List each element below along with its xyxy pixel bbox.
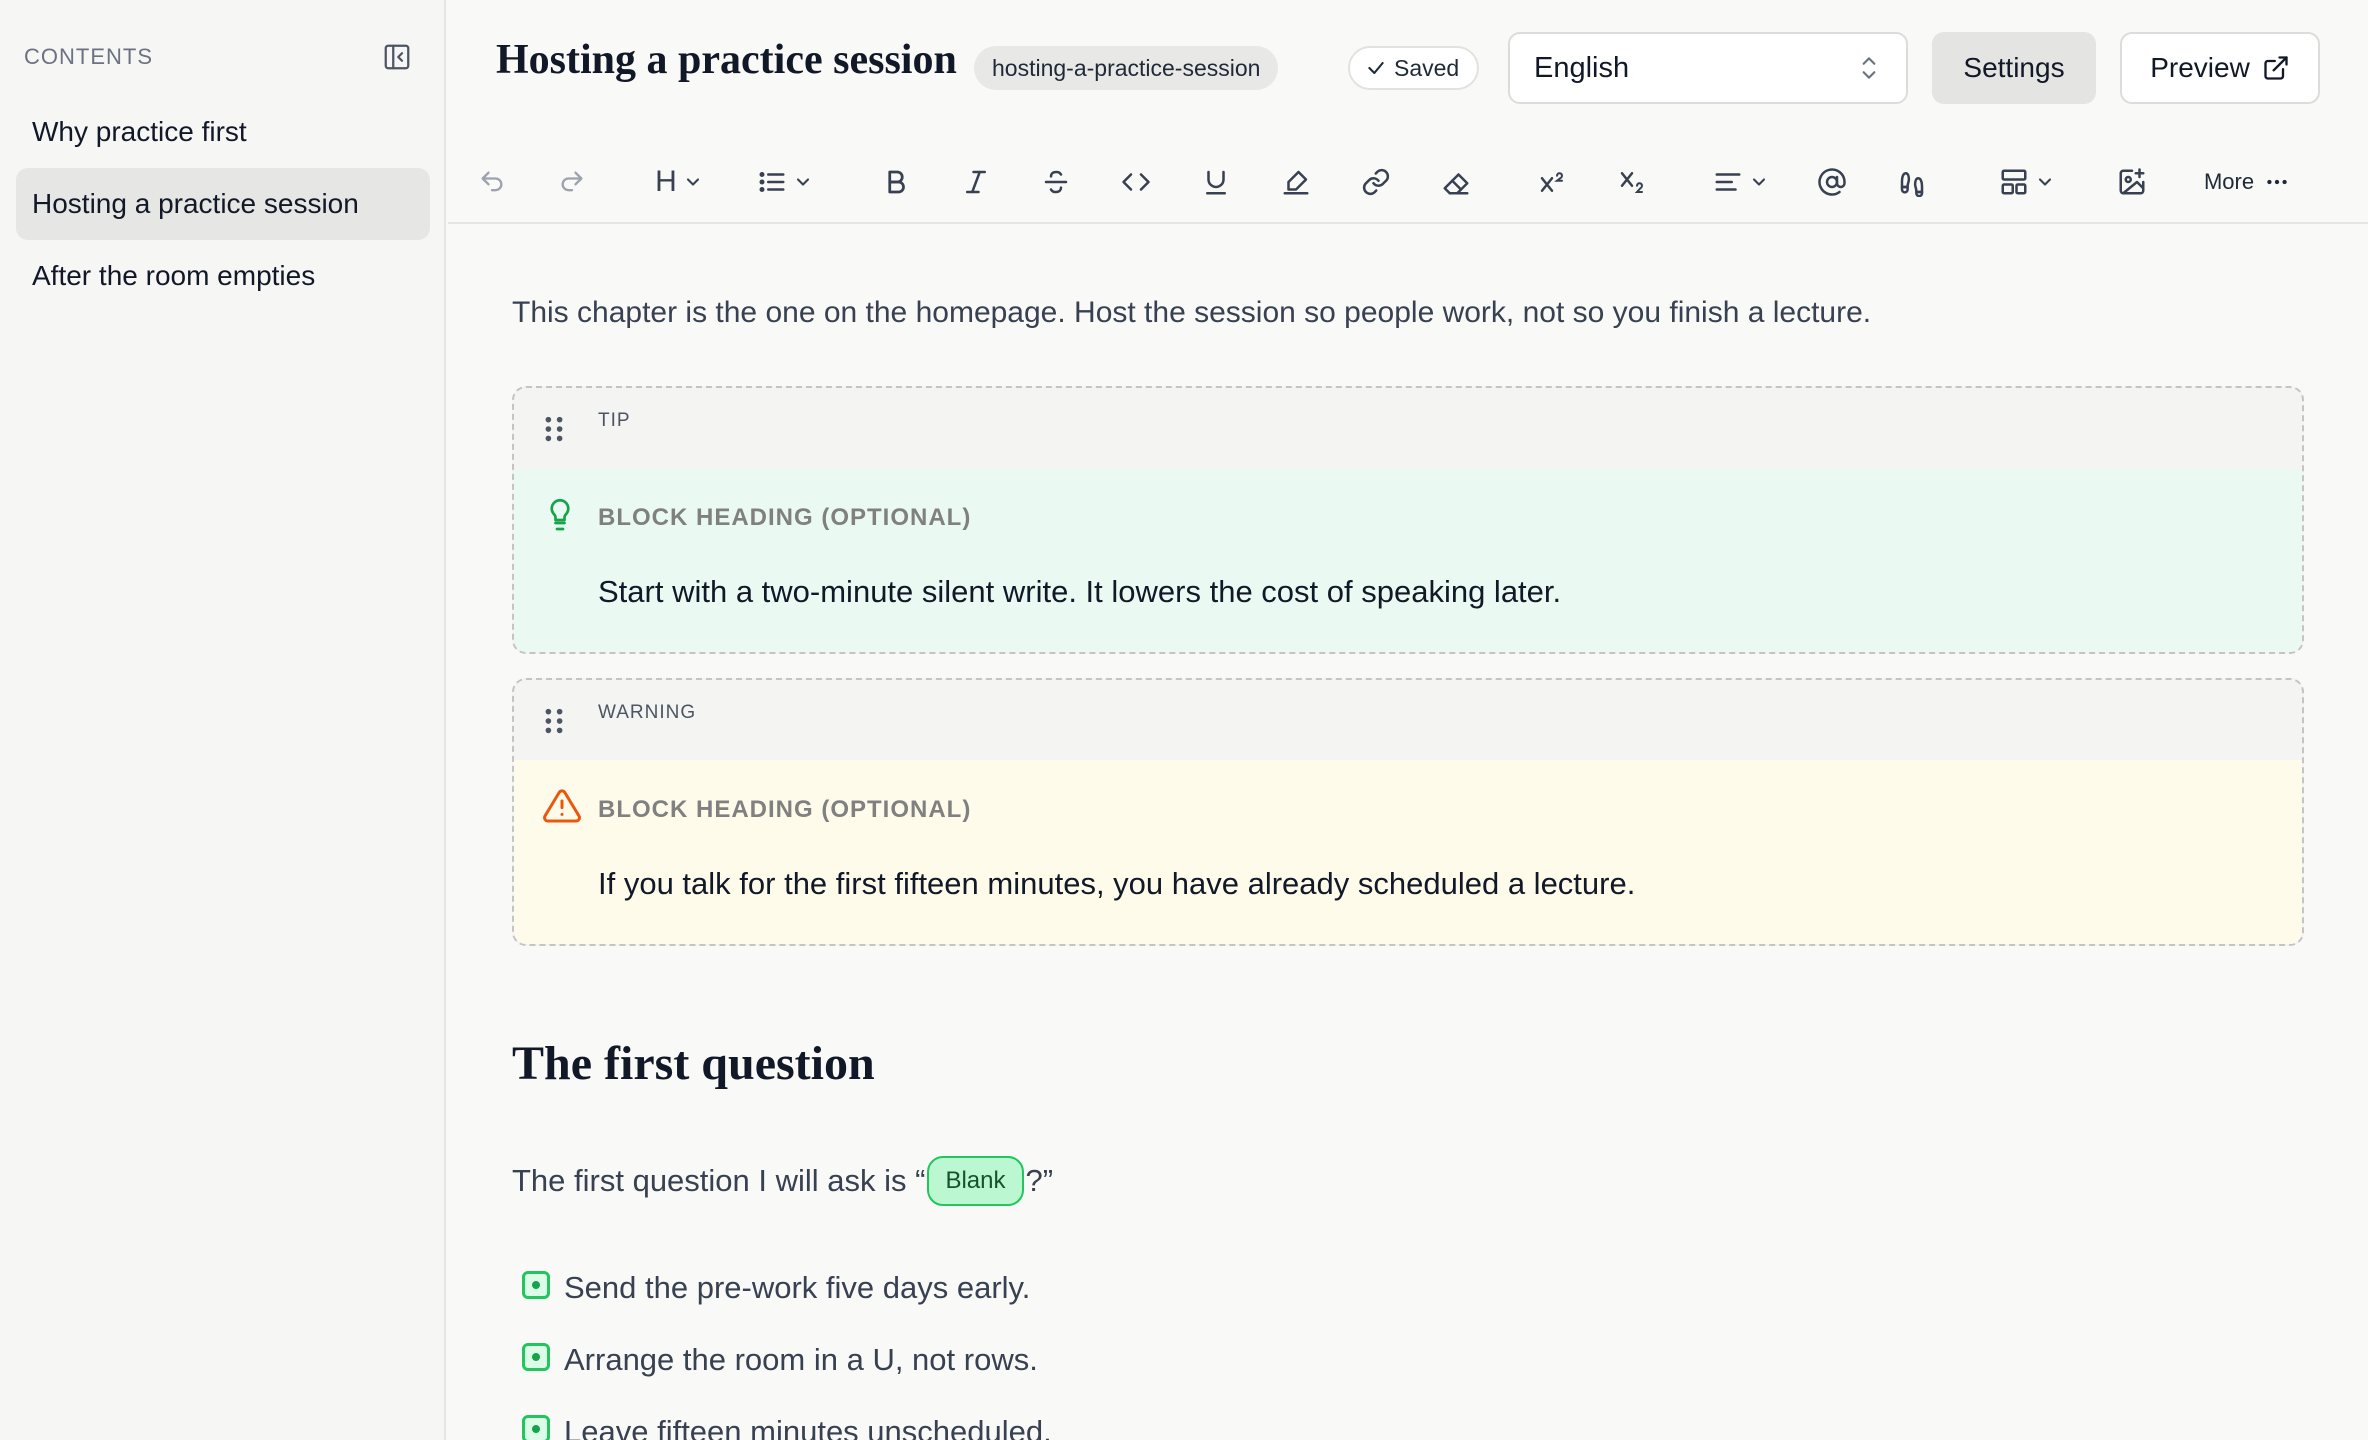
drag-handle-icon[interactable]: [542, 414, 566, 444]
editor-header: Hosting a practice session hosting-a-pra…: [448, 0, 2368, 136]
layout-dropdown[interactable]: [1992, 160, 2062, 204]
eraser-icon[interactable]: [1436, 160, 1476, 204]
sidebar-item-why-practice-first[interactable]: Why practice first: [16, 96, 430, 168]
chapter-list: Why practice first Hosting a practice se…: [16, 96, 430, 312]
question-prefix: The first question I will ask is “: [512, 1163, 926, 1198]
save-status-badge: Saved: [1348, 46, 1480, 90]
callout-heading[interactable]: BLOCK HEADING (OPTIONAL): [598, 504, 971, 532]
callout-text[interactable]: If you talk for the first fifteen minute…: [598, 866, 1635, 902]
sidebar-header: CONTENTS: [24, 40, 414, 74]
checklist-item-text[interactable]: Arrange the room in a U, not rows.: [564, 1342, 1038, 1378]
list-item: Arrange the room in a U, not rows.: [522, 1324, 1052, 1396]
tip-callout-block[interactable]: TIP BLOCK HEADING (OPTIONAL) Start with …: [512, 386, 2304, 654]
more-icon: [2267, 179, 2287, 185]
checklist-item-text[interactable]: Send the pre-work five days early.: [564, 1270, 1030, 1306]
lightbulb-icon: [550, 498, 570, 531]
callout-block-bar: WARNING: [514, 680, 2302, 760]
question-paragraph[interactable]: The first question I will ask is “ Blank…: [512, 1156, 1053, 1206]
undo-icon[interactable]: [472, 160, 512, 204]
checklist-item-text[interactable]: Leave fifteen minutes unscheduled.: [564, 1414, 1052, 1440]
bold-icon[interactable]: [876, 160, 916, 204]
collapse-sidebar-icon[interactable]: [380, 40, 414, 74]
chevron-up-down-icon: [1862, 57, 1876, 79]
sidebar-title: CONTENTS: [24, 44, 153, 69]
warning-icon: [543, 789, 581, 823]
sidebar-item-label: Why practice first: [32, 116, 247, 147]
image-add-icon[interactable]: [2112, 160, 2152, 204]
chevron-down-icon: [1752, 178, 1766, 186]
list-dropdown[interactable]: [750, 160, 820, 204]
footprints-icon[interactable]: [1892, 160, 1932, 204]
question-suffix: ?”: [1025, 1163, 1054, 1198]
page-title[interactable]: Hosting a practice session: [496, 36, 957, 84]
preview-button[interactable]: Preview: [2120, 32, 2320, 104]
settings-button-label: Settings: [1963, 52, 2065, 83]
callout-body[interactable]: BLOCK HEADING (OPTIONAL) Start with a tw…: [514, 468, 2302, 652]
slug-badge: hosting-a-practice-session: [974, 46, 1279, 90]
warning-callout-block[interactable]: WARNING BLOCK HEADING (OPTIONAL) If you …: [512, 678, 2304, 946]
callout-block-bar: TIP: [514, 388, 2302, 468]
section-heading[interactable]: The first question: [512, 1036, 875, 1091]
settings-button[interactable]: Settings: [1932, 32, 2096, 104]
subscript-icon[interactable]: [1612, 160, 1652, 204]
heading-icon: H: [655, 165, 677, 198]
callout-type-label: WARNING: [598, 702, 697, 723]
drag-handle-icon[interactable]: [542, 706, 566, 736]
callout-text[interactable]: Start with a two-minute silent write. It…: [598, 574, 1561, 610]
sidebar-item-label: After the room empties: [32, 260, 316, 291]
language-select[interactable]: English: [1508, 32, 1908, 104]
intro-paragraph[interactable]: This chapter is the one on the homepage.…: [512, 296, 1871, 330]
layout-icon: [2001, 169, 2027, 195]
code-icon[interactable]: [1116, 160, 1156, 204]
highlight-icon[interactable]: [1276, 160, 1316, 204]
preview-button-label: Preview: [2150, 52, 2250, 83]
more-button-label: More: [2203, 169, 2255, 194]
chevron-down-icon: [686, 178, 699, 186]
mention-icon[interactable]: [1812, 160, 1852, 204]
checklist: Send the pre-work five days early. Arran…: [522, 1252, 1052, 1440]
heading-dropdown[interactable]: H: [644, 160, 714, 204]
list-icon: [759, 172, 785, 192]
external-link-icon: [2264, 56, 2288, 80]
align-icon: [1715, 173, 1741, 191]
italic-icon[interactable]: [956, 160, 996, 204]
sidebar-item-after-the-room-empties[interactable]: After the room empties: [16, 240, 430, 312]
checkbox[interactable]: [522, 1343, 550, 1371]
align-dropdown[interactable]: [1706, 160, 1776, 204]
check-icon: [1368, 61, 1384, 75]
language-select-value: English: [1534, 51, 1630, 84]
sidebar-item-label: Hosting a practice session: [32, 188, 359, 219]
chevron-down-icon: [796, 178, 810, 186]
callout-body[interactable]: BLOCK HEADING (OPTIONAL) If you talk for…: [514, 760, 2302, 944]
blank-chip[interactable]: Blank: [927, 1156, 1024, 1206]
strikethrough-icon[interactable]: [1036, 160, 1076, 204]
formatting-toolbar: H More: [448, 144, 2368, 224]
sidebar-item-hosting-a-practice-session[interactable]: Hosting a practice session: [16, 168, 430, 240]
redo-icon[interactable]: [552, 160, 592, 204]
checkbox[interactable]: [522, 1271, 550, 1299]
callout-heading[interactable]: BLOCK HEADING (OPTIONAL): [598, 796, 971, 824]
superscript-icon[interactable]: [1532, 160, 1572, 204]
chevron-down-icon: [2038, 178, 2052, 186]
list-item: Leave fifteen minutes unscheduled.: [522, 1396, 1052, 1440]
sidebar: CONTENTS Why practice first Hosting a pr…: [0, 0, 446, 1440]
save-status-label: Saved: [1394, 54, 1460, 81]
underline-icon[interactable]: [1196, 160, 1236, 204]
list-item: Send the pre-work five days early.: [522, 1252, 1052, 1324]
callout-type-label: TIP: [598, 410, 631, 431]
link-icon[interactable]: [1356, 160, 1396, 204]
checkbox[interactable]: [522, 1415, 550, 1440]
more-button[interactable]: More: [2192, 160, 2302, 204]
